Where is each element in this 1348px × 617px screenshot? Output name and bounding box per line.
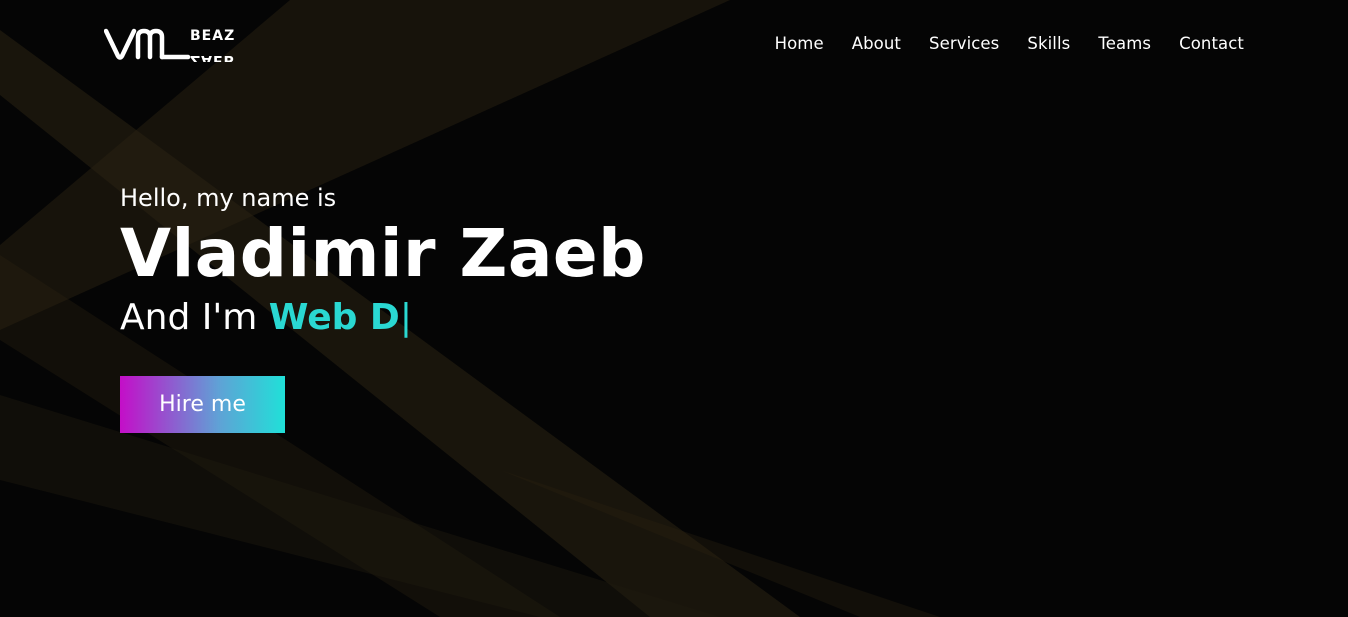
page: BEAZ ZAEB Home About Services Skills Tea… [0,0,1348,617]
nav-item-services[interactable]: Services [929,33,999,55]
nav-item-contact[interactable]: Contact [1179,33,1244,55]
nav-item-teams[interactable]: Teams [1098,33,1151,55]
main-nav: Home About Services Skills Teams Contact [775,33,1244,55]
hero-greeting: Hello, my name is [120,184,337,212]
brand-logo[interactable]: BEAZ ZAEB [104,26,260,62]
nav-item-skills[interactable]: Skills [1027,33,1070,55]
nav-item-about[interactable]: About [852,33,901,55]
navbar: BEAZ ZAEB Home About Services Skills Tea… [0,0,1348,88]
hero-name: Vladimir Zaeb [120,215,646,292]
nav-item-home[interactable]: Home [775,33,824,55]
svg-text:ZAEB: ZAEB [190,52,235,62]
hero-role-prefix: And I'm [120,297,258,338]
hero-role-line: And I'm Web D| [120,294,820,342]
svg-text:BEAZ: BEAZ [190,28,235,44]
typing-cursor: | [399,297,412,338]
hero-section: Hello, my name is Vladimir Zaeb And I'm … [120,180,820,342]
hire-me-button[interactable]: Hire me [120,376,285,433]
hero-role-typed: Web D [268,297,400,338]
